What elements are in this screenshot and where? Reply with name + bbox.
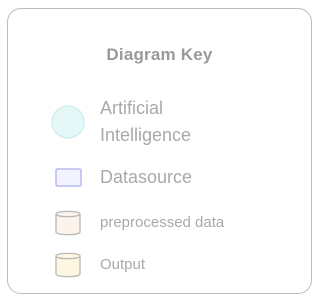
legend-label-line-2: Intelligence (100, 125, 192, 145)
legend-label-preprocessed-data: preprocessed data (100, 213, 225, 231)
legend-item-datasource: Datasource (50, 162, 301, 192)
cylinder-icon (50, 249, 86, 281)
legend-label-line-1: Artificial (100, 98, 164, 118)
legend-label-datasource: Datasource (100, 166, 193, 187)
cylinder-icon (50, 207, 86, 239)
legend-item-output: Output (50, 248, 301, 282)
diagram-key-title: Diagram Key (106, 45, 213, 64)
diagram-key-panel: Diagram Key Artificial Intelligence Data… (7, 8, 312, 294)
legend-item-preprocessed-data: preprocessed data (50, 206, 301, 240)
legend-label-output: Output (100, 255, 146, 273)
legend-item-artificial-intelligence: Artificial Intelligence (50, 89, 301, 155)
rectangle-icon (50, 165, 86, 189)
legend-label-artificial-intelligence: Artificial Intelligence (100, 95, 191, 149)
circle-icon (50, 104, 86, 140)
